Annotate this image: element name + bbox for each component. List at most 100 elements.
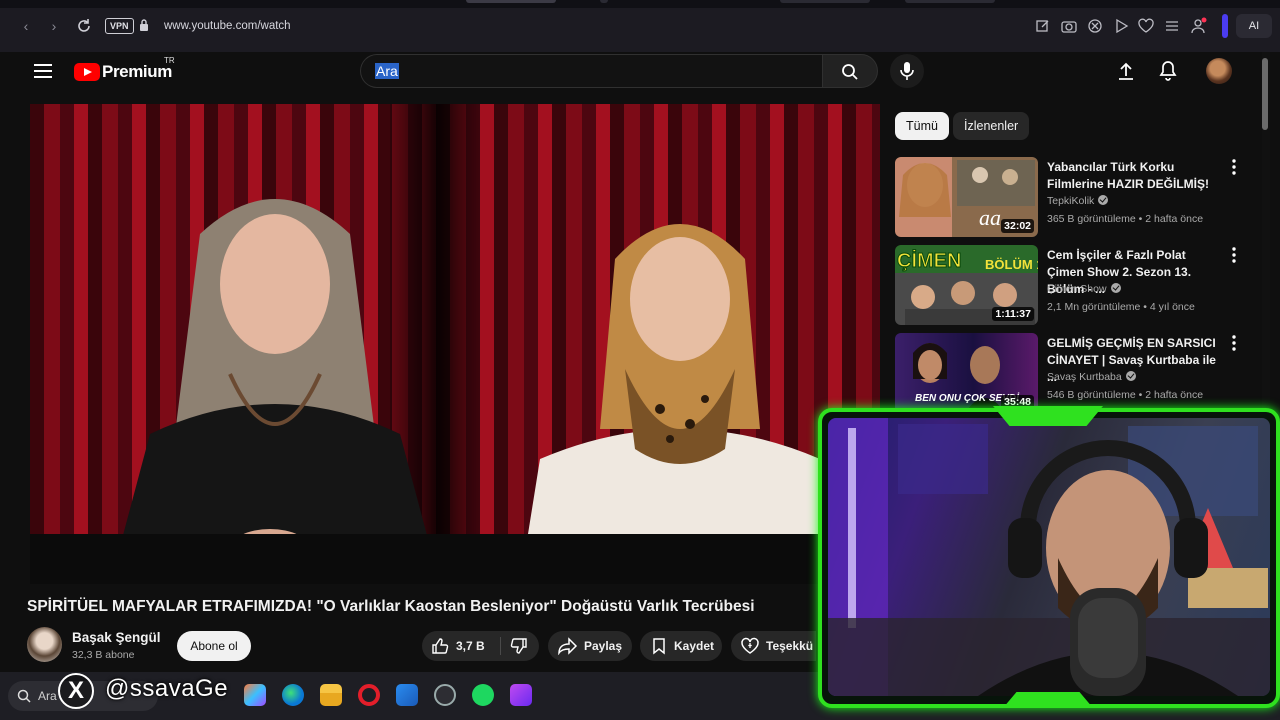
channel-name: TepkiKolik [1047,195,1095,207]
edge-browser-icon[interactable] [282,684,304,706]
like-dislike-group: 3,7 B [422,631,539,661]
search-icon [17,689,31,703]
recommendation-meta: 2,1 Mn görüntüleme • 4 yıl önce [1047,301,1195,313]
thanks-heart-icon [741,637,759,654]
copilot-icon[interactable] [244,684,266,706]
bookmark-icon [653,638,665,655]
menu-icon[interactable] [34,64,52,78]
address-row: ‹ › VPN www.youtube.com/watch AI [0,8,1280,44]
youtube-premium-logo[interactable]: Premium [102,62,172,82]
verified-icon [1125,371,1136,381]
list-icon[interactable] [1163,17,1181,35]
search-input[interactable]: Ara [360,54,824,88]
like-button[interactable]: 3,7 B [422,631,500,661]
search-button[interactable] [822,54,878,88]
ai-label: AI [1248,20,1260,32]
save-button[interactable]: Kaydet [640,631,722,661]
dislike-button[interactable] [501,631,539,661]
vpn-badge[interactable]: VPN [105,18,134,34]
webcam-feed [828,418,1270,696]
like-count: 3,7 B [456,639,485,653]
scrollbar-thumb[interactable] [1262,58,1268,130]
save-label: Kaydet [674,639,715,653]
block-icon[interactable] [1086,17,1104,35]
user-avatar[interactable] [1206,58,1232,84]
recommendation-channel[interactable]: Çimen Show [1047,283,1121,295]
spotify-icon[interactable] [472,684,494,706]
tab[interactable] [905,0,995,3]
share-button[interactable]: Paylaş [548,631,632,661]
webcam-frame-notch [1003,692,1093,708]
notifications-bell-icon[interactable] [1158,60,1178,82]
recommendation-channel[interactable]: TepkiKolik [1047,195,1109,207]
video-title: SPİRİTÜEL MAFYALAR ETRAFIMIZDA! "O Varlı… [27,598,755,615]
thumbs-down-icon [510,638,527,654]
heart-icon[interactable] [1137,17,1155,35]
recommendation-title[interactable]: Yabancılar Türk Korku Filmlerine HAZIR D… [1047,159,1222,193]
opera-browser-icon[interactable] [358,684,380,706]
more-options-icon[interactable] [1229,159,1239,175]
share-label: Paylaş [584,639,623,653]
social-handle: @ssavaGe [105,675,229,702]
video-frame-person-left [110,199,440,584]
recommendation-item[interactable]: ÇİMEN BÖLÜM 13 1:11:37 Cem İşçiler & Faz… [895,245,1245,327]
mail-icon[interactable] [396,684,418,706]
recommendation-channel[interactable]: Savaş Kurtbaba [1047,371,1136,383]
duration-badge: 1:11:37 [992,307,1034,321]
back-icon[interactable]: ‹ [16,16,36,36]
search-input-value[interactable]: Ara [375,63,399,79]
thanks-button[interactable]: Teşekkü [731,631,816,661]
channel-name[interactable]: Başak Şengül [72,630,161,645]
recommendation-item[interactable]: BEN ONU ÇOK SEVDİ 35:48 GELMİŞ GEÇMİŞ EN… [895,333,1245,415]
tab-strip [0,0,1280,8]
camera-app-icon[interactable] [510,684,532,706]
recommendation-meta: 546 B görüntüleme • 2 hafta önce [1047,389,1204,401]
video-thumbnail[interactable]: ÇİMEN BÖLÜM 13 1:11:37 [895,245,1038,325]
search-icon [842,64,858,80]
chip-all[interactable]: Tümü [895,112,949,140]
recommendation-meta: 365 B görüntüleme • 2 hafta önce [1047,213,1204,225]
tab[interactable] [600,0,608,3]
thanks-label: Teşekkü [766,639,814,653]
video-thumbnail[interactable]: BEN ONU ÇOK SEVDİ 35:48 [895,333,1038,413]
reload-icon[interactable] [74,16,94,36]
tab[interactable] [466,0,556,3]
youtube-header: Premium TR Ara [10,52,1260,92]
upload-icon[interactable] [1116,61,1136,81]
recommendation-item[interactable]: aa 32:02 Yabancılar Türk Korku Filmlerin… [895,157,1245,239]
browser-toolbar: ‹ › VPN www.youtube.com/watch AI [0,0,1280,52]
video-frame-person-right [520,224,840,584]
tab[interactable] [780,0,870,3]
svg-text:BÖLÜM 13: BÖLÜM 13 [985,257,1038,272]
url-field[interactable]: www.youtube.com/watch [164,18,291,34]
play-icon[interactable] [1112,17,1130,35]
voice-search-button[interactable] [890,54,924,88]
forward-icon[interactable]: › [44,16,64,36]
channel-name: Çimen Show [1047,283,1107,295]
video-player[interactable] [30,104,880,584]
edit-icon[interactable] [1034,17,1052,35]
video-thumbnail[interactable]: aa 32:02 [895,157,1038,237]
subscribe-button[interactable]: Abone ol [177,631,251,661]
ai-button[interactable]: AI [1236,14,1272,38]
more-options-icon[interactable] [1229,335,1239,351]
sidebar-accent [1222,14,1228,38]
lock-icon[interactable] [139,18,149,32]
video-desk [30,534,880,584]
profile-icon[interactable] [1189,17,1207,35]
more-options-icon[interactable] [1229,247,1239,263]
microphone-icon [900,62,914,80]
subscriber-count: 32,3 B abone [72,649,135,661]
svg-text:ÇİMEN: ÇİMEN [897,249,961,272]
file-explorer-icon[interactable] [320,684,342,706]
country-code: TR [164,56,175,65]
youtube-logo-icon[interactable] [74,63,100,81]
verified-icon [1110,283,1121,293]
channel-name: Savaş Kurtbaba [1047,371,1122,383]
streamer-person [978,440,1238,696]
channel-avatar[interactable] [27,627,62,662]
chip-watched[interactable]: İzlenenler [953,112,1030,140]
settings-app-icon[interactable] [434,684,456,706]
camera-icon[interactable] [1060,17,1078,35]
webcam-frame-notch [993,406,1103,426]
